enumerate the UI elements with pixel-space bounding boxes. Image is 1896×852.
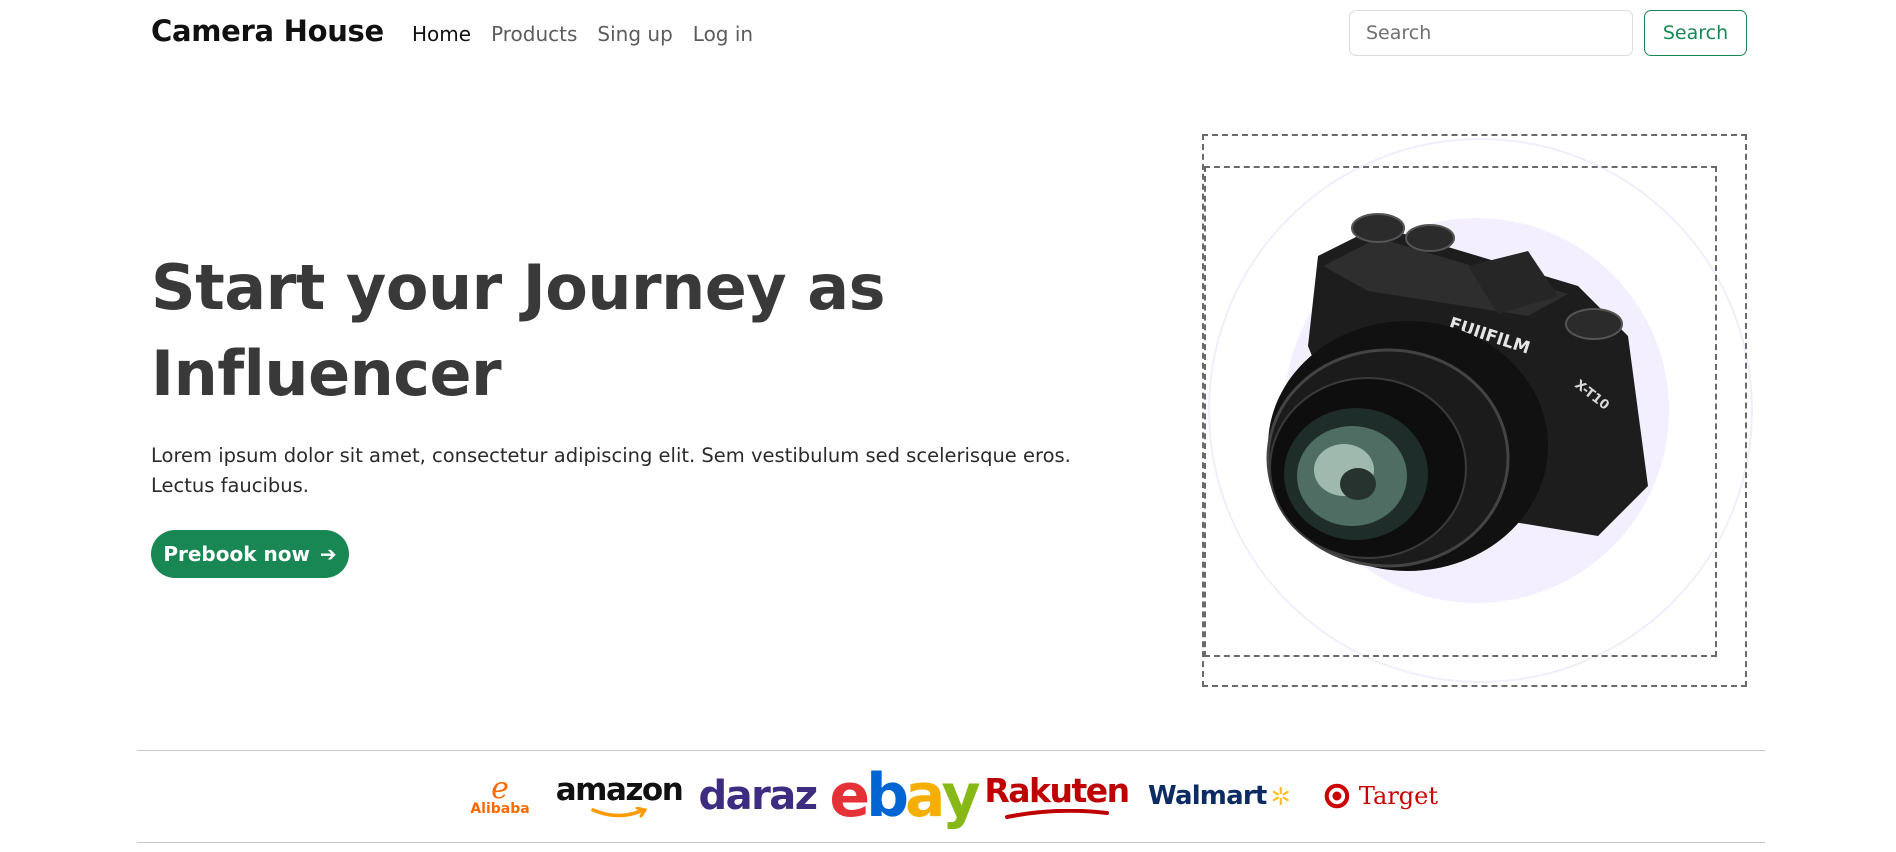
divider-bottom: [137, 842, 1765, 843]
partner-logo-amazon[interactable]: amazon: [556, 766, 684, 826]
divider-top: [137, 750, 1765, 751]
nav-link-log-in[interactable]: Log in: [693, 22, 753, 46]
page: Camera House Home Products Sing up Log i…: [0, 0, 1896, 852]
rakuten-text: Rakuten: [984, 771, 1130, 810]
partner-logo-walmart[interactable]: Walmart: [1148, 766, 1290, 826]
amazon-smile-icon: [591, 807, 648, 818]
ebay-letter-a: a: [905, 761, 945, 831]
hero-title-line-1: Start your Journey as: [151, 251, 886, 324]
alibaba-text: Alibaba: [470, 801, 530, 817]
prebook-button-label: Prebook now: [163, 542, 310, 566]
arrow-right-icon: ➔: [319, 542, 337, 566]
target-text: Target: [1358, 782, 1438, 810]
nav-link-sign-up[interactable]: Sing up: [597, 22, 672, 46]
ebay-letter-e: e: [829, 761, 870, 831]
navbar: Camera House Home Products Sing up Log i…: [0, 0, 1896, 68]
partner-logo-daraz[interactable]: daraz: [698, 766, 818, 826]
partner-logo-ebay[interactable]: ebay: [829, 761, 980, 831]
target-bullseye-icon: [1324, 783, 1350, 809]
hero-description-line-1: Lorem ipsum dolor sit amet, consectetur …: [151, 444, 1071, 467]
prebook-button[interactable]: Prebook now ➔: [151, 530, 349, 578]
walmart-text: Walmart: [1148, 781, 1267, 811]
hero-title: Start your Journey as Influencer: [151, 245, 1101, 417]
partner-logo-alibaba[interactable]: e Alibaba: [462, 766, 538, 826]
hero-title-line-2: Influencer: [151, 337, 502, 410]
hero-description-line-2: Lectus faucibus.: [151, 474, 310, 497]
search-input[interactable]: [1349, 10, 1633, 56]
ebay-letter-y: y: [941, 761, 981, 831]
nav-link-products[interactable]: Products: [491, 22, 577, 46]
amazon-text: amazon: [555, 772, 684, 808]
alibaba-mark: e: [491, 771, 509, 806]
walmart-spark-icon: [1272, 786, 1289, 806]
nav-link-home[interactable]: Home: [412, 22, 471, 46]
nav-links: Home Products Sing up Log in: [412, 22, 753, 46]
camera-image: FUJIFILM X-T10: [1266, 213, 1648, 571]
partner-logo-rakuten[interactable]: Rakuten: [984, 766, 1130, 826]
daraz-text: daraz: [698, 773, 818, 819]
hero-description: Lorem ipsum dolor sit amet, consectetur …: [151, 441, 1151, 501]
ebay-letter-b: b: [866, 761, 909, 831]
rakuten-swoosh-icon: [1004, 809, 1109, 819]
search-button[interactable]: Search: [1644, 10, 1747, 56]
partner-logo-target[interactable]: Target: [1323, 766, 1438, 826]
brand-logo[interactable]: Camera House: [151, 14, 384, 48]
